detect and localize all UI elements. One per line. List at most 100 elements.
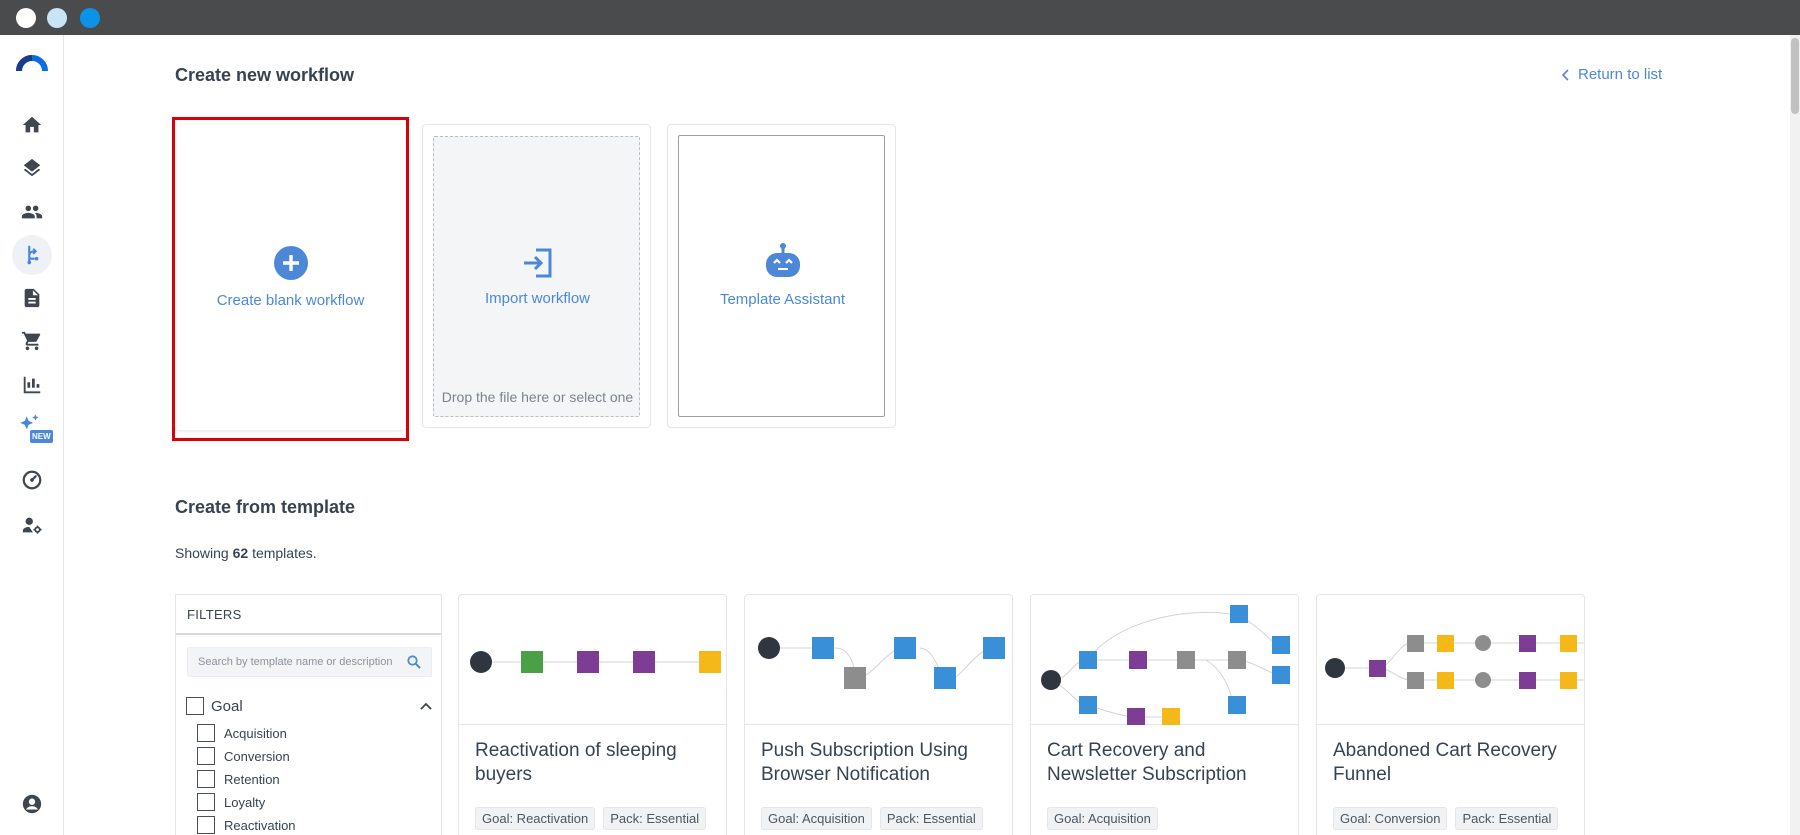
chevron-left-icon — [1562, 68, 1569, 81]
sidebar-item-analytics[interactable] — [12, 365, 52, 405]
checkbox[interactable] — [197, 816, 215, 834]
user-settings-icon — [22, 517, 42, 534]
filters-header: FILTERS — [176, 595, 441, 635]
goal-option-acquisition[interactable]: Acquisition — [197, 723, 287, 743]
template-tag: Goal: Conversion — [1333, 807, 1448, 830]
template-card[interactable]: Reactivation of sleeping buyers Goal: Re… — [458, 594, 727, 835]
plus-circle-icon — [273, 245, 308, 280]
chevron-up-icon[interactable] — [420, 702, 432, 710]
workflow-preview — [745, 595, 1012, 725]
bar-chart-icon — [23, 376, 41, 394]
drop-file-hint: Drop the file here or select one — [441, 389, 634, 405]
robot-icon — [765, 242, 800, 277]
sidebar-item-dashboard[interactable] — [12, 460, 52, 500]
sidebar-item-workflows[interactable] — [12, 235, 52, 275]
template-tags: Goal: Reactivation Pack: Essential — [475, 807, 707, 830]
workflow-diagram-preview — [470, 651, 721, 673]
home-icon — [22, 116, 42, 133]
workflow-preview — [459, 595, 726, 725]
template-tag: Pack: Essential — [1455, 807, 1559, 830]
cart-icon — [21, 331, 41, 351]
workflow-diagram-preview — [1041, 605, 1290, 725]
create-blank-workflow-card[interactable]: Create blank workflow — [175, 124, 406, 430]
template-tag: Goal: Acquisition — [1047, 807, 1158, 830]
filters-panel: FILTERS Search by template name or descr… — [175, 594, 442, 835]
account-icon — [22, 794, 42, 814]
window-zoom-button[interactable] — [80, 8, 100, 28]
workflow-icon — [27, 245, 39, 265]
layers-icon — [23, 158, 41, 177]
import-icon — [523, 248, 551, 277]
people-icon — [21, 205, 43, 219]
return-to-list-link[interactable]: Return to list — [1562, 66, 1662, 83]
goal-option-retention[interactable]: Retention — [197, 769, 280, 789]
sidebar-item-ecommerce[interactable] — [12, 321, 52, 361]
workflow-diagram-preview — [1325, 635, 1584, 689]
option-label: Reactivation — [224, 817, 296, 833]
template-name: Push Subscription Using Browser Notifica… — [761, 740, 968, 785]
import-workflow-label: Import workflow — [484, 289, 591, 307]
option-label: Retention — [224, 771, 280, 787]
goal-option-reactivation[interactable]: Reactivation — [197, 815, 296, 835]
workflow-preview — [1031, 595, 1298, 725]
template-assistant-card[interactable]: Template Assistant — [667, 124, 896, 428]
new-badge: NEW — [30, 430, 53, 443]
return-link-label: Return to list — [1578, 66, 1663, 83]
goal-filter-group[interactable]: Goal — [186, 695, 434, 717]
sidebar-item-documents[interactable] — [12, 278, 52, 318]
template-tags: Goal: Acquisition — [1047, 807, 1158, 830]
template-tag: Goal: Acquisition — [761, 807, 872, 830]
import-workflow-card[interactable]: Import workflow Drop the file here or se… — [422, 124, 651, 428]
sidebar-item-ai[interactable]: NEW — [12, 408, 53, 448]
template-card[interactable]: Abandoned Cart Recovery Funnel Goal: Con… — [1316, 594, 1585, 835]
search-placeholder: Search by template name or description — [198, 656, 393, 668]
template-search-input[interactable]: Search by template name or description — [187, 647, 432, 677]
search-icon[interactable] — [407, 655, 421, 669]
workflow-diagram-preview — [758, 637, 1005, 689]
goal-label: Goal — [211, 697, 243, 715]
checkbox[interactable] — [197, 793, 215, 811]
template-tag: Pack: Essential — [603, 807, 707, 830]
showing-suffix: templates. — [252, 545, 317, 561]
template-tags: Goal: Acquisition Pack: Essential — [761, 807, 983, 830]
templates-section-title: Create from template — [175, 497, 356, 517]
document-icon — [24, 288, 40, 308]
sidebar-item-user-settings[interactable] — [12, 505, 52, 545]
option-label: Acquisition — [224, 725, 287, 741]
goal-checkbox[interactable] — [186, 697, 204, 715]
goal-option-conversion[interactable]: Conversion — [197, 746, 290, 766]
page-title: Create new workflow — [175, 65, 355, 85]
page-scrollbar[interactable] — [1790, 35, 1800, 835]
template-tag: Pack: Essential — [879, 807, 983, 830]
sidebar-item-account[interactable] — [12, 784, 52, 824]
page-scrollbar-thumb[interactable] — [1791, 38, 1799, 114]
template-name: Reactivation of sleeping buyers — [475, 740, 677, 785]
template-name: Abandoned Cart Recovery Funnel — [1333, 740, 1557, 785]
window-close-button[interactable] — [16, 8, 36, 28]
goal-option-loyalty[interactable]: Loyalty — [197, 792, 265, 812]
templates-count-text: Showing 62 templates. — [175, 545, 317, 561]
checkbox[interactable] — [197, 770, 215, 788]
template-tag: Goal: Reactivation — [475, 807, 596, 830]
sidebar-item-home[interactable] — [12, 105, 52, 145]
template-tags: Goal: Conversion Pack: Essential — [1333, 807, 1559, 830]
brand-logo-icon[interactable] — [16, 53, 48, 73]
window-titlebar — [0, 0, 1800, 35]
create-blank-workflow-label: Create blank workflow — [216, 291, 365, 309]
template-card[interactable]: Cart Recovery and Newsletter Subscriptio… — [1030, 594, 1299, 835]
checkbox[interactable] — [197, 747, 215, 765]
templates-count: 62 — [232, 545, 249, 561]
gauge-icon — [22, 470, 42, 490]
window-minimize-button[interactable] — [47, 8, 67, 28]
sidebar-item-contacts[interactable] — [12, 192, 52, 232]
option-label: Conversion — [224, 748, 290, 764]
template-name: Cart Recovery and Newsletter Subscriptio… — [1047, 740, 1247, 785]
checkbox[interactable] — [197, 724, 215, 742]
template-card[interactable]: Push Subscription Using Browser Notifica… — [744, 594, 1013, 835]
sidebar-item-layers[interactable] — [12, 148, 52, 188]
showing-prefix: Showing — [175, 545, 229, 561]
template-assistant-label: Template Assistant — [719, 290, 846, 308]
workflow-preview — [1317, 595, 1584, 725]
option-label: Loyalty — [224, 794, 266, 810]
sidebar: NEW — [0, 35, 64, 835]
